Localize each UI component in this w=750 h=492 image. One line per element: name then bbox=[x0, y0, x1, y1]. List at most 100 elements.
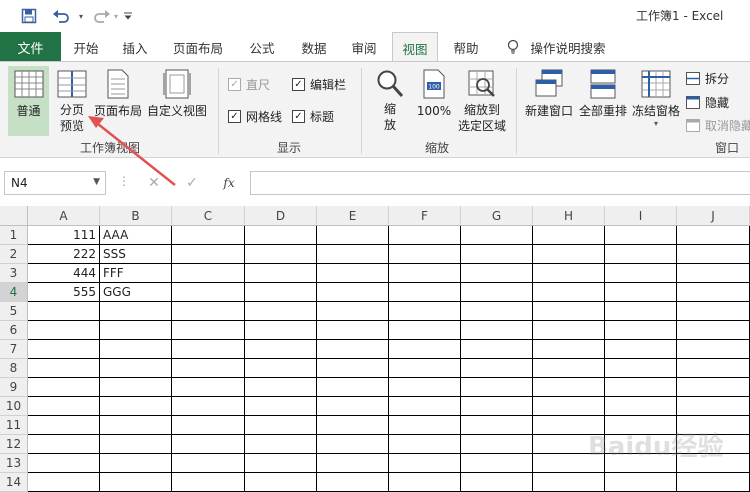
row-header-7[interactable]: 7 bbox=[0, 340, 28, 359]
cell-e9[interactable] bbox=[317, 378, 389, 397]
cell-i1[interactable] bbox=[605, 226, 677, 245]
cell-c9[interactable] bbox=[172, 378, 245, 397]
unhide-window-button[interactable]: 取消隐藏 bbox=[686, 117, 750, 134]
cell-g6[interactable] bbox=[461, 321, 533, 340]
cell-c7[interactable] bbox=[172, 340, 245, 359]
cell-h14[interactable] bbox=[533, 473, 605, 492]
cell-g9[interactable] bbox=[461, 378, 533, 397]
row-header-5[interactable]: 5 bbox=[0, 302, 28, 321]
cell-h12[interactable] bbox=[533, 435, 605, 454]
cell-d6[interactable] bbox=[245, 321, 317, 340]
cell-j8[interactable] bbox=[677, 359, 750, 378]
cell-h6[interactable] bbox=[533, 321, 605, 340]
cell-j9[interactable] bbox=[677, 378, 750, 397]
cell-j7[interactable] bbox=[677, 340, 750, 359]
cell-c1[interactable] bbox=[172, 226, 245, 245]
cell-e1[interactable] bbox=[317, 226, 389, 245]
cell-i13[interactable] bbox=[605, 454, 677, 473]
cell-a7[interactable] bbox=[28, 340, 100, 359]
custom-views-button[interactable]: 自定义视图 bbox=[146, 66, 208, 136]
tab-formulas[interactable]: 公式 bbox=[240, 32, 284, 62]
cell-h2[interactable] bbox=[533, 245, 605, 264]
formula-bar-checkbox[interactable]: ✓ 编辑栏 bbox=[292, 76, 346, 93]
cell-d4[interactable] bbox=[245, 283, 317, 302]
cell-e13[interactable] bbox=[317, 454, 389, 473]
gridlines-checkbox[interactable]: ✓ 网格线 bbox=[228, 108, 282, 125]
cell-c4[interactable] bbox=[172, 283, 245, 302]
cell-f1[interactable] bbox=[389, 226, 461, 245]
column-header-f[interactable]: F bbox=[389, 206, 461, 226]
cell-j2[interactable] bbox=[677, 245, 750, 264]
cell-a8[interactable] bbox=[28, 359, 100, 378]
tab-insert[interactable]: 插入 bbox=[112, 32, 158, 62]
cell-c2[interactable] bbox=[172, 245, 245, 264]
cell-h10[interactable] bbox=[533, 397, 605, 416]
cell-a11[interactable] bbox=[28, 416, 100, 435]
row-header-3[interactable]: 3 bbox=[0, 264, 28, 283]
cell-h7[interactable] bbox=[533, 340, 605, 359]
cell-j14[interactable] bbox=[677, 473, 750, 492]
redo-dropdown[interactable]: ▾ bbox=[112, 6, 120, 26]
cell-e4[interactable] bbox=[317, 283, 389, 302]
cell-i9[interactable] bbox=[605, 378, 677, 397]
row-header-8[interactable]: 8 bbox=[0, 359, 28, 378]
cell-c6[interactable] bbox=[172, 321, 245, 340]
cell-c5[interactable] bbox=[172, 302, 245, 321]
column-header-d[interactable]: D bbox=[245, 206, 317, 226]
cell-g13[interactable] bbox=[461, 454, 533, 473]
row-header-4[interactable]: 4 bbox=[0, 283, 28, 302]
cell-f4[interactable] bbox=[389, 283, 461, 302]
cell-f5[interactable] bbox=[389, 302, 461, 321]
cell-g11[interactable] bbox=[461, 416, 533, 435]
cell-i4[interactable] bbox=[605, 283, 677, 302]
normal-view-button[interactable]: 普通 bbox=[8, 66, 49, 136]
cell-d12[interactable] bbox=[245, 435, 317, 454]
cell-f7[interactable] bbox=[389, 340, 461, 359]
cell-e6[interactable] bbox=[317, 321, 389, 340]
cell-i8[interactable] bbox=[605, 359, 677, 378]
cell-d7[interactable] bbox=[245, 340, 317, 359]
cell-g12[interactable] bbox=[461, 435, 533, 454]
cell-f9[interactable] bbox=[389, 378, 461, 397]
cell-d13[interactable] bbox=[245, 454, 317, 473]
cell-f10[interactable] bbox=[389, 397, 461, 416]
hide-window-button[interactable]: 隐藏 bbox=[686, 94, 729, 111]
cell-i6[interactable] bbox=[605, 321, 677, 340]
cell-j3[interactable] bbox=[677, 264, 750, 283]
ruler-checkbox[interactable]: ✓ 直尺 bbox=[228, 76, 270, 93]
cell-j11[interactable] bbox=[677, 416, 750, 435]
cell-j6[interactable] bbox=[677, 321, 750, 340]
column-header-i[interactable]: I bbox=[605, 206, 677, 226]
cell-i3[interactable] bbox=[605, 264, 677, 283]
cell-e10[interactable] bbox=[317, 397, 389, 416]
cell-d5[interactable] bbox=[245, 302, 317, 321]
row-header-10[interactable]: 10 bbox=[0, 397, 28, 416]
cell-b7[interactable] bbox=[100, 340, 172, 359]
cell-b13[interactable] bbox=[100, 454, 172, 473]
select-all-button[interactable] bbox=[0, 206, 28, 226]
cell-i10[interactable] bbox=[605, 397, 677, 416]
cell-h5[interactable] bbox=[533, 302, 605, 321]
page-layout-view-button[interactable]: 页面布局 bbox=[93, 66, 143, 136]
cell-e5[interactable] bbox=[317, 302, 389, 321]
row-header-1[interactable]: 1 bbox=[0, 226, 28, 245]
column-header-a[interactable]: A bbox=[28, 206, 100, 226]
cell-f8[interactable] bbox=[389, 359, 461, 378]
cell-d11[interactable] bbox=[245, 416, 317, 435]
arrange-all-button[interactable]: 全部重排 bbox=[576, 66, 630, 136]
cell-e2[interactable] bbox=[317, 245, 389, 264]
cell-i5[interactable] bbox=[605, 302, 677, 321]
cell-a3[interactable]: 444 bbox=[28, 264, 100, 283]
cell-g10[interactable] bbox=[461, 397, 533, 416]
cell-g4[interactable] bbox=[461, 283, 533, 302]
cell-a10[interactable] bbox=[28, 397, 100, 416]
cell-a4[interactable]: 555 bbox=[28, 283, 100, 302]
cell-c10[interactable] bbox=[172, 397, 245, 416]
cell-c11[interactable] bbox=[172, 416, 245, 435]
column-header-h[interactable]: H bbox=[533, 206, 605, 226]
cell-g14[interactable] bbox=[461, 473, 533, 492]
cell-i12[interactable] bbox=[605, 435, 677, 454]
cell-b8[interactable] bbox=[100, 359, 172, 378]
row-header-9[interactable]: 9 bbox=[0, 378, 28, 397]
cell-j10[interactable] bbox=[677, 397, 750, 416]
